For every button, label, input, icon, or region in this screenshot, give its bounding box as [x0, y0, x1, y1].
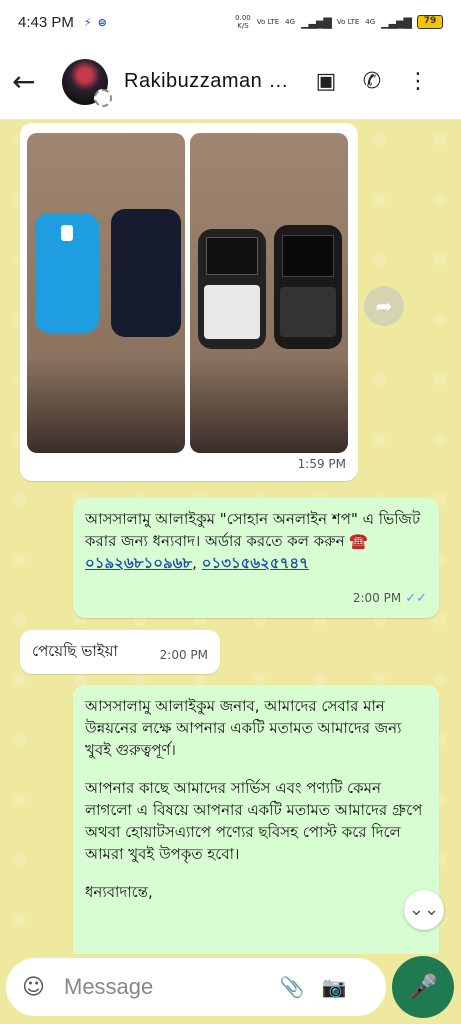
signal-icon: ▁▃▅▇	[301, 15, 332, 29]
blue-phone-cover	[35, 213, 99, 333]
photo-phone-fronts[interactable]	[190, 133, 348, 453]
sim1-label: Vo LTE	[256, 18, 280, 26]
contact-avatar[interactable]	[62, 58, 112, 107]
phone-link[interactable]: ০১৯২৬৮১০৯৬৮	[85, 554, 192, 572]
status-time: 4:43 PM	[18, 13, 74, 31]
attach-icon[interactable]: 📎	[278, 975, 306, 999]
add-call-icon[interactable]: ✆	[358, 69, 386, 94]
message-time: 2:00 PM	[352, 591, 402, 605]
more-options-icon[interactable]: ⋮	[404, 69, 432, 94]
signal-icon: ▁▃▅▇	[381, 15, 412, 29]
silver-phone	[198, 229, 266, 349]
contact-name[interactable]: Rakibuzzaman Rakib	[124, 70, 294, 93]
message-text: পেয়েছি ভাইয়া	[32, 642, 118, 660]
outgoing-message[interactable]: আসসালামু আলাইকুম জনাব, আমাদের সেবার মান …	[73, 685, 439, 954]
separator: ,	[192, 554, 202, 572]
status-ring-icon	[94, 88, 112, 107]
phone-link[interactable]: ০১৩১৫৬২৫৭৪৭	[202, 554, 309, 572]
image-message[interactable]: 1:59 PM	[20, 123, 358, 481]
outgoing-message[interactable]: আসসালামু আলাইকুম "সোহান অনলাইন শপ" এ ভিজ…	[73, 498, 439, 618]
camera-icon[interactable]: 📷	[320, 975, 348, 999]
status-bar: 4:43 PM ⚡ ⊜ 0.00 K/S Vo LTE 4G ▁▃▅▇ Vo L…	[0, 0, 461, 44]
messenger-icon: ⊜	[97, 15, 107, 29]
sim2-tech: 4G	[365, 18, 376, 26]
message-time: 2:00 PM	[159, 648, 208, 662]
message-paragraph: আসসালামু আলাইকুম জনাব, আমাদের সেবার মান …	[85, 697, 402, 759]
incoming-message[interactable]: পেয়েছি ভাইয়া 2:00 PM	[20, 630, 220, 674]
sim2-label: Vo LTE	[336, 18, 360, 26]
emoji-icon[interactable]: ☺	[22, 975, 52, 1000]
message-input[interactable]	[64, 974, 264, 1000]
payment-app-icon: ⚡	[83, 15, 92, 29]
sim1-tech: 4G	[285, 18, 296, 26]
net-speed: 0.00 K/S	[235, 14, 251, 30]
chat-area[interactable]: 1:59 PM ➦ আসসালামু আলাইকুম "সোহান অনলাইন…	[0, 120, 461, 954]
chat-header: ← Rakibuzzaman Rakib ▣ ✆ ⋮	[0, 44, 461, 120]
photo-phone-backs[interactable]	[27, 133, 185, 453]
contact-card-icon[interactable]: ▣	[312, 69, 340, 94]
scroll-down-icon[interactable]: ⌄⌄	[404, 890, 444, 930]
battery-icon: 79	[417, 15, 443, 29]
message-paragraph: আপনার কাছে আমাদের সার্ভিস এবং পণ্যটি কেম…	[85, 779, 423, 863]
status-right: 0.00 K/S Vo LTE 4G ▁▃▅▇ Vo LTE 4G ▁▃▅▇ 7…	[235, 14, 443, 30]
message-text: আসসালামু আলাইকুম "সোহান অনলাইন শপ" এ ভিজ…	[85, 510, 421, 550]
black-phone	[274, 225, 342, 349]
forward-icon[interactable]: ➦	[364, 286, 404, 326]
message-paragraph: ধন্যবাদান্তে,	[85, 883, 153, 901]
mic-button[interactable]: 🎤	[392, 956, 454, 1018]
message-composer: ☺ 📎 📷	[6, 958, 386, 1016]
back-arrow-icon[interactable]: ←	[12, 65, 48, 98]
read-ticks-icon: ✓✓	[405, 591, 427, 606]
black-phone-back	[111, 209, 181, 337]
message-time: 1:59 PM	[297, 457, 346, 471]
message-meta: 2:00 PM ✓✓	[353, 587, 427, 610]
